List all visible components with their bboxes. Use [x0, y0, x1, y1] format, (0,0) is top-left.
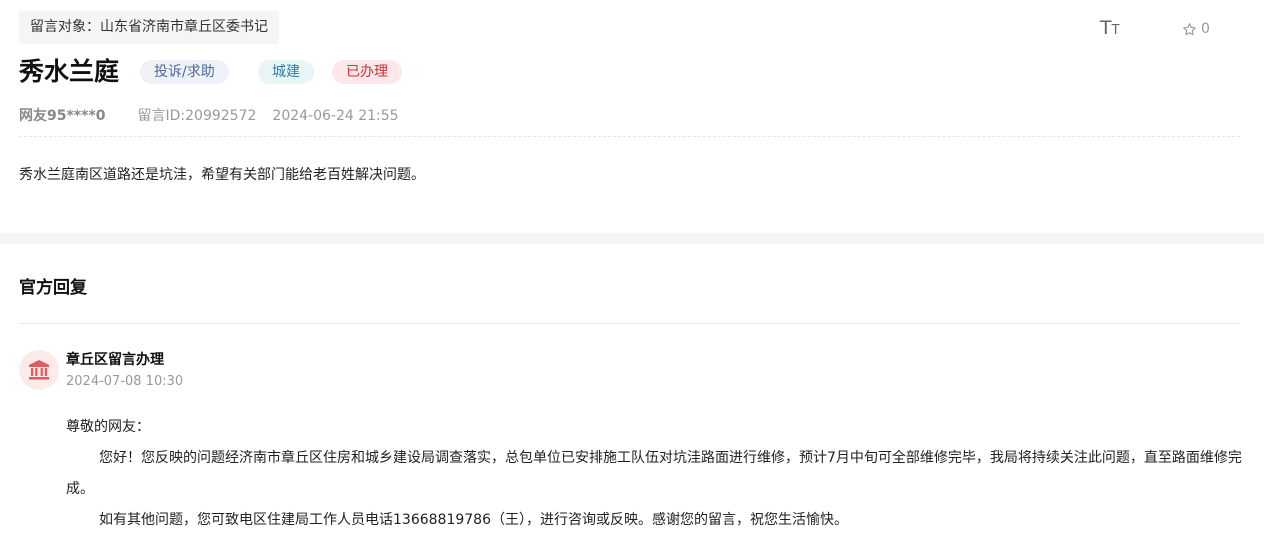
font-size-icon[interactable]: TT [1100, 17, 1124, 39]
divider [19, 323, 1240, 324]
message-target: 留言对象：山东省济南市章丘区委书记 [19, 11, 279, 44]
message-content: 秀水兰庭南区道路还是坑洼，希望有关部门能给老百姓解决问题。 [19, 167, 425, 183]
message-time: 2024-06-24 21:55 [272, 108, 399, 124]
reply-time: 2024-07-08 10:30 [66, 374, 184, 389]
user-name: 网友95****0 [19, 108, 106, 124]
reply-greeting: 尊敬的网友： [66, 419, 150, 435]
star-icon [1183, 22, 1196, 35]
reply-paragraph: 您好！您反映的问题经济南市章丘区住房和城乡建设局调查落实，总包单位已安排施工队伍… [66, 450, 1242, 497]
reply-org-name: 章丘区留言办理 [66, 352, 164, 368]
reply-body: 尊敬的网友： 您好！您反映的问题经济南市章丘区住房和城乡建设局调查落实，总包单位… [66, 412, 1244, 536]
message-title: 秀水兰庭 [19, 57, 120, 86]
government-building-icon [29, 360, 49, 380]
message-meta: 网友95****0 留言ID:20992572 2024-06-24 21:55 [19, 106, 399, 126]
tag-type: 投诉/求助 [140, 60, 229, 84]
status-badge: 已办理 [332, 60, 402, 84]
message-id: 留言ID:20992572 [137, 108, 257, 124]
reply-paragraph: 如有其他问题，您可致电区住建局工作人员电话13668819786（王），进行咨询… [99, 512, 848, 528]
tag-category: 城建 [258, 60, 314, 84]
section-separator [0, 233, 1264, 244]
favorite-button[interactable]: 0 [1182, 19, 1210, 39]
divider [19, 136, 1240, 137]
reply-section-title: 官方回复 [19, 278, 87, 298]
favorite-count: 0 [1201, 21, 1210, 37]
avatar [19, 350, 59, 390]
